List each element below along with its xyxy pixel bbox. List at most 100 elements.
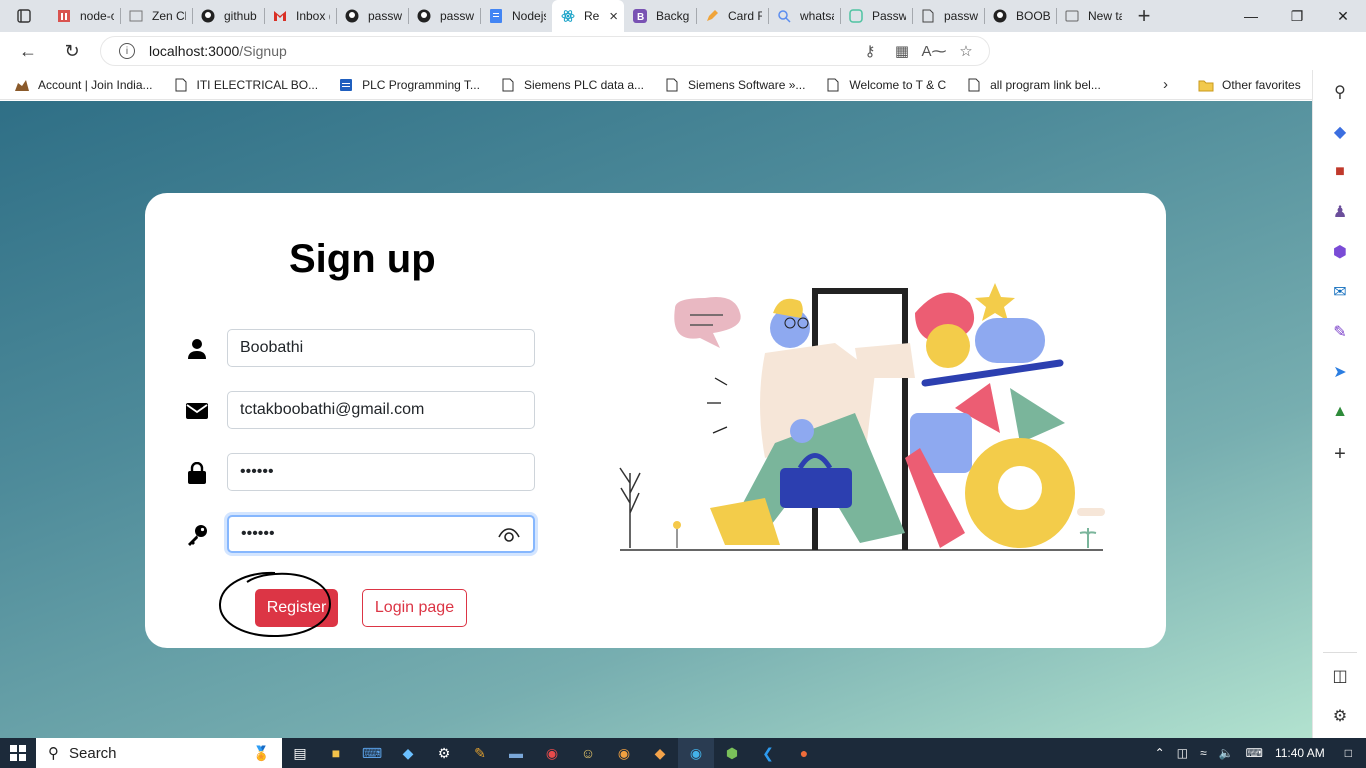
tab-item[interactable]: Card Fi	[696, 0, 768, 32]
bookmark-label: PLC Programming T...	[362, 77, 480, 92]
bookmark-item[interactable]: Account | Join India...	[14, 77, 153, 93]
password-input[interactable]	[227, 453, 535, 491]
tab-item[interactable]: whatsa	[768, 0, 840, 32]
tab-item[interactable]: B Backgr	[624, 0, 696, 32]
keyboard-icon[interactable]: ⌨	[1246, 746, 1263, 760]
refresh-button[interactable]: ↻	[54, 35, 90, 67]
tab-actions-icon[interactable]	[0, 0, 48, 32]
register-button[interactable]: Register	[255, 589, 338, 627]
bookmark-item[interactable]: ITI ELECTRICAL BO...	[173, 77, 318, 93]
keyboard-app-icon[interactable]: ⌨	[354, 738, 390, 768]
tab-item[interactable]: Nodejs	[480, 0, 552, 32]
bookmark-item[interactable]: all program link bel...	[966, 77, 1101, 93]
chevron-right-icon[interactable]: ›	[1163, 76, 1168, 93]
back-button[interactable]: ←	[10, 35, 46, 67]
tab-item[interactable]: Zen Cl	[120, 0, 192, 32]
tab-active[interactable]: Re ×	[552, 0, 624, 32]
svg-text:B: B	[637, 12, 644, 23]
minimize-button[interactable]: —	[1228, 0, 1274, 32]
git-app-icon[interactable]: ◆	[642, 738, 678, 768]
task-view-icon[interactable]: ▤	[282, 738, 318, 768]
tray-chevron-up-icon[interactable]: ⌃	[1155, 746, 1165, 760]
wifi-icon[interactable]: ≈	[1200, 746, 1207, 760]
tab-item[interactable]: passwo	[408, 0, 480, 32]
favorites-bar: Account | Join India... ITI ELECTRICAL BO…	[0, 70, 1312, 100]
editor-app-icon[interactable]: ✎	[462, 738, 498, 768]
terminal-app-icon[interactable]: ▬	[498, 738, 534, 768]
door-illustration	[619, 283, 1105, 551]
login-page-button[interactable]: Login page	[362, 589, 467, 627]
tools-briefcase-icon[interactable]: ■	[1328, 160, 1352, 184]
name-input[interactable]	[227, 329, 535, 367]
outlook-icon[interactable]: ✉	[1328, 280, 1352, 304]
tab-item[interactable]: Passwo	[840, 0, 912, 32]
other-favorites[interactable]: Other favorites	[1198, 77, 1301, 93]
settings-gear-icon[interactable]: ⚙	[1328, 704, 1352, 728]
clock-time[interactable]: 11:40 AM	[1275, 746, 1325, 760]
tab-item[interactable]: Inbox (	[264, 0, 336, 32]
vscode-app-icon[interactable]: ❮	[750, 738, 786, 768]
tab-label: github	[224, 9, 257, 23]
games-icon[interactable]: ♟	[1328, 200, 1352, 224]
tab-label: Nodejs	[512, 9, 546, 23]
bookmark-item[interactable]: Siemens PLC data a...	[500, 77, 644, 93]
search-icon[interactable]: ⚲	[1328, 80, 1352, 104]
volume-icon[interactable]: 🔈	[1219, 746, 1234, 760]
file-icon	[966, 77, 982, 93]
notifications-icon[interactable]: □	[1345, 746, 1352, 760]
close-window-button[interactable]: ✕	[1320, 0, 1366, 32]
nodejs-app-icon[interactable]: ⬢	[714, 738, 750, 768]
bookmark-item[interactable]: Welcome to T & C	[825, 77, 946, 93]
add-sidebar-app-icon[interactable]: +	[1328, 442, 1352, 466]
close-tab-icon[interactable]: ×	[606, 8, 618, 25]
tab-item[interactable]: passwo	[336, 0, 408, 32]
record-app-icon[interactable]: ◉	[534, 738, 570, 768]
bookmark-item[interactable]: PLC Programming T...	[338, 77, 480, 93]
store-app-icon[interactable]: ◆	[390, 738, 426, 768]
restore-button[interactable]: ❐	[1274, 0, 1320, 32]
microsoft365-icon[interactable]: ⬢	[1328, 240, 1352, 264]
tab-item[interactable]: passwo	[912, 0, 984, 32]
plc-icon	[338, 77, 354, 93]
sidebar-toggle-icon[interactable]: ◫	[1328, 664, 1352, 688]
info-icon[interactable]: i	[119, 43, 135, 59]
postman-app-icon[interactable]: ●	[786, 738, 822, 768]
designer-icon[interactable]: ✎	[1328, 320, 1352, 344]
windows-start-icon[interactable]	[0, 738, 36, 768]
settings-app-icon[interactable]: ⚙	[426, 738, 462, 768]
email-input[interactable]	[227, 391, 535, 429]
read-aloud-icon[interactable]: A⁓	[922, 42, 947, 60]
tab-label: Inbox (	[296, 9, 330, 23]
new-tab-button[interactable]: +	[1128, 0, 1160, 32]
confirm-password-input[interactable]	[227, 515, 535, 553]
apps-icon[interactable]: ▦	[893, 42, 911, 60]
tab-item[interactable]: BOOBA	[984, 0, 1056, 32]
paint-app-icon[interactable]: ☺	[570, 738, 606, 768]
bookmark-label: Account | Join India...	[38, 77, 153, 92]
key-icon[interactable]: ⚷	[861, 42, 879, 60]
edge-app-icon[interactable]: ◉	[678, 738, 714, 768]
send-icon[interactable]: ➤	[1328, 360, 1352, 384]
bookmark-item[interactable]: Siemens Software »...	[664, 77, 805, 93]
chrome-app-icon[interactable]: ◉	[606, 738, 642, 768]
url-text[interactable]: localhost:3000/Signup	[149, 43, 287, 59]
tab-item[interactable]: github	[192, 0, 264, 32]
tab-item[interactable]: node-c	[48, 0, 120, 32]
tab-item[interactable]: New ta	[1056, 0, 1128, 32]
address-toolbar: ← ↻ i localhost:3000/Signup ⚷ ▦ A⁓ ☆ ▤ ✦…	[0, 32, 1366, 94]
file-icon	[825, 77, 841, 93]
windows-taskbar: ⚲ Search 🏅 ▤ ■ ⌨ ◆ ⚙ ✎ ▬ ◉ ☺ ◉ ◆ ◉ ⬢ ❮ ●…	[0, 738, 1366, 768]
taskbar-search-box[interactable]: ⚲ Search 🏅	[36, 738, 282, 768]
tree-icon[interactable]: ▲	[1328, 400, 1352, 424]
tab-label: passwo	[944, 9, 978, 23]
show-password-eye-icon[interactable]	[497, 525, 521, 545]
key-icon	[185, 523, 209, 547]
folder-icon	[1198, 77, 1214, 93]
file-explorer-icon[interactable]: ■	[318, 738, 354, 768]
favorite-star-icon[interactable]: ☆	[957, 42, 975, 60]
battery-icon[interactable]: ◫	[1177, 746, 1188, 760]
bookmark-icon	[14, 77, 30, 93]
url-bar[interactable]: i localhost:3000/Signup ⚷ ▦ A⁓ ☆	[100, 36, 990, 66]
tab-label: Zen Cl	[152, 9, 186, 23]
shopping-tag-icon[interactable]: ◆	[1328, 120, 1352, 144]
